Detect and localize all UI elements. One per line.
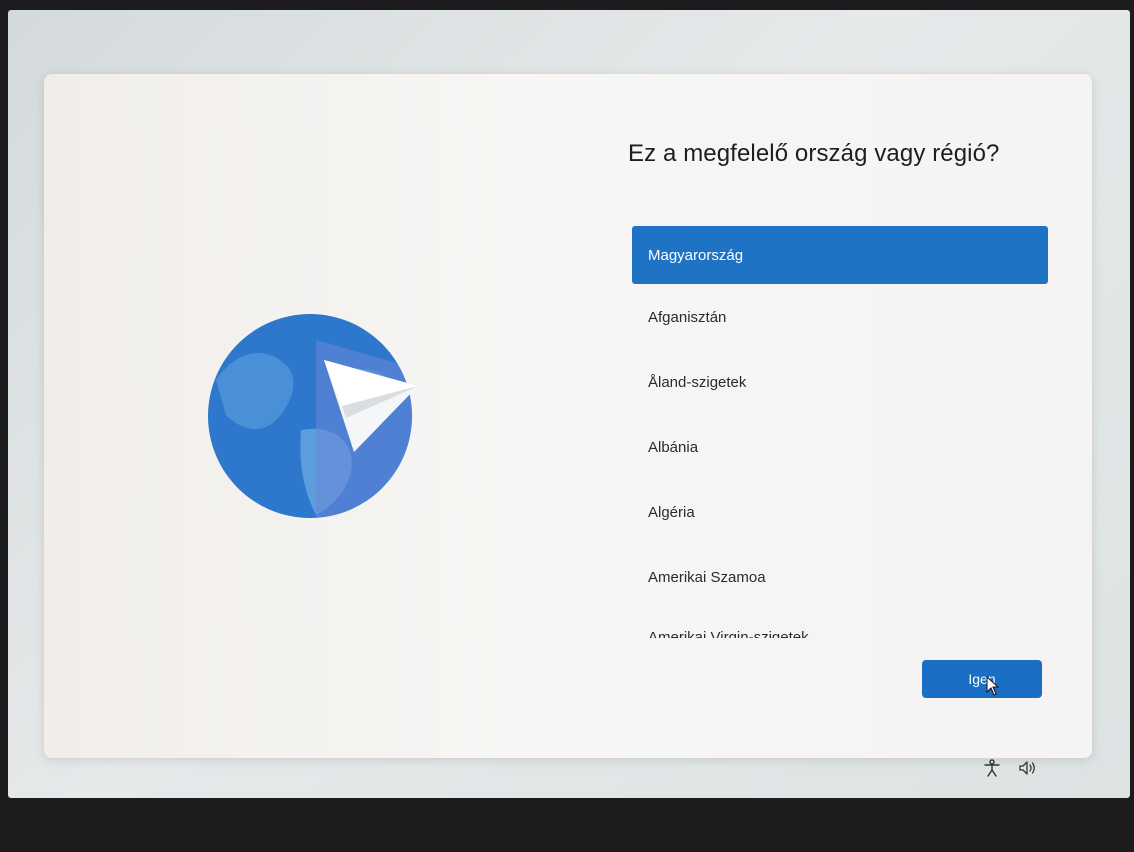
country-label: Magyarország: [648, 246, 744, 264]
country-label: Åland-szigetek: [648, 373, 747, 391]
confirm-button[interactable]: Igen: [922, 660, 1042, 698]
volume-icon[interactable]: [1018, 758, 1038, 778]
country-label: Amerikai Virgin-szigetek: [648, 628, 809, 639]
country-list[interactable]: Magyarország Afganisztán Åland-szigetek …: [632, 226, 1048, 638]
globe-paper-plane-icon: [208, 314, 418, 518]
country-option[interactable]: Åland-szigetek: [632, 353, 1048, 411]
country-label: Afganisztán: [648, 308, 727, 326]
country-option[interactable]: Amerikai Szamoa: [632, 548, 1048, 606]
country-option[interactable]: Amerikai Virgin-szigetek: [632, 608, 1048, 639]
country-label: Amerikai Szamoa: [648, 568, 766, 586]
country-label: Algéria: [648, 503, 695, 521]
country-option[interactable]: Magyarország: [632, 226, 1048, 284]
mouse-cursor-icon: [986, 676, 1000, 696]
page-title: Ez a megfelelő ország vagy régió?: [628, 140, 1000, 167]
country-option[interactable]: Albánia: [632, 418, 1048, 476]
accessibility-icon[interactable]: [982, 758, 1002, 778]
setup-screen: Ez a megfelelő ország vagy régió? Magyar…: [8, 10, 1130, 798]
country-label: Albánia: [648, 438, 699, 456]
country-option[interactable]: Algéria: [632, 483, 1048, 541]
country-option[interactable]: Afganisztán: [632, 288, 1048, 346]
